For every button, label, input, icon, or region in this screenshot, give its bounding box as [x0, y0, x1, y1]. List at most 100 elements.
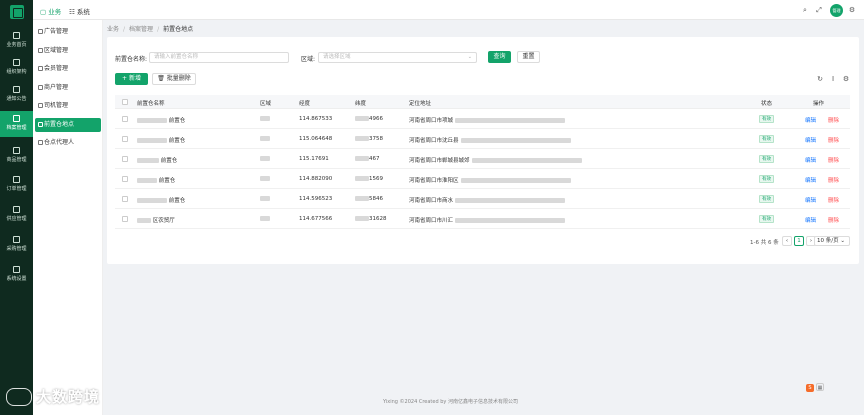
edit-link[interactable]: 编辑: [805, 176, 816, 184]
rail-item[interactable]: 供应管理: [0, 202, 33, 228]
supply-icon: [13, 206, 20, 213]
app-logo: [9, 5, 24, 19]
refresh-icon[interactable]: ↻: [816, 75, 824, 83]
row-checkbox[interactable]: [122, 156, 128, 162]
row-checkbox[interactable]: [122, 116, 128, 122]
edit-link[interactable]: 编辑: [805, 196, 816, 204]
breadcrumb-current: 前置仓地点: [163, 26, 194, 33]
rail-item[interactable]: 组织架构: [0, 55, 33, 81]
page-size-select[interactable]: 10 条/页 ⌄: [814, 236, 850, 246]
menu-item-icon: [38, 47, 43, 53]
top-bar: ▢ 业务 ☷ 系统 ⌕ ⤢ 管理 ⚙: [33, 0, 864, 20]
submenu-item[interactable]: 区域管理: [35, 44, 101, 58]
pagination-summary: 1-6 共 6 条: [750, 240, 779, 246]
column-settings-icon[interactable]: ⚙: [842, 75, 850, 83]
submenu: 广告管理区域管理会员管理商户管理司机管理前置仓地点仓点代理人: [33, 20, 103, 415]
menu-item-icon: [38, 29, 43, 34]
cell-address: 河南省周口市商水: [409, 196, 566, 204]
submenu-item[interactable]: 商户管理: [35, 81, 101, 95]
status-badge: 有效: [759, 155, 774, 163]
cell-name: 前置仓: [137, 156, 177, 164]
fullscreen-icon[interactable]: ⤢: [815, 6, 823, 14]
floating-tools: S ▦: [806, 383, 826, 392]
table-row: 前置仓 115.064648 3758 河南省周口市沈丘县 有效 编辑 删除: [115, 129, 850, 149]
rail-item[interactable]: 商品管理: [0, 143, 33, 169]
submenu-item[interactable]: 前置仓地点: [35, 117, 101, 132]
app-rail: 业务首页 组织架构 通知公告档案管理商品管理订单管理供应管理采购管理系统设置: [0, 0, 33, 415]
main-card: 前置仓名称: 请输入前置仓名称 区域: 请选择区域 ⌄ 查询 重置 + 新增 🗑 …: [107, 37, 859, 264]
cell-name: 前置仓: [137, 196, 185, 204]
cell-address: 河南省周口市沈丘县: [409, 136, 571, 144]
grid-icon[interactable]: ▦: [816, 383, 824, 391]
search-button[interactable]: 查询: [488, 51, 511, 63]
org-icon: [13, 59, 20, 66]
cell-lat: 5846: [355, 196, 383, 202]
batch-delete-button[interactable]: 🗑 批量删除: [152, 73, 196, 85]
select-all-checkbox[interactable]: [122, 99, 128, 105]
table-row: 前置仓 114.882090 1569 河南省周口市淮阳区 有效 编辑 删除: [115, 169, 850, 189]
chat-icon[interactable]: S: [806, 384, 814, 392]
column-height-icon[interactable]: Ⅰ: [829, 75, 837, 83]
status-badge: 有效: [759, 195, 774, 203]
cell-name: 前置仓: [137, 176, 175, 184]
menu-item-icon: [38, 140, 43, 145]
th-lat: 纬度: [355, 101, 367, 107]
delete-link[interactable]: 删除: [828, 156, 839, 164]
cell-address: 河南省周口市淮阳区: [409, 176, 571, 184]
cell-lat: 31628: [355, 216, 387, 222]
add-button[interactable]: + 新增: [115, 73, 148, 85]
breadcrumb-item[interactable]: 档案管理: [129, 26, 153, 33]
submenu-item[interactable]: 仓点代理人: [35, 136, 101, 150]
bell-icon: [13, 86, 20, 93]
search-icon[interactable]: ⌕: [801, 6, 809, 14]
cell-area: [260, 136, 270, 142]
cell-address: 河南省周口市郸城县城郊: [409, 156, 582, 164]
rail-item[interactable]: 业务首页: [0, 28, 33, 54]
submenu-item[interactable]: 会员管理: [35, 62, 101, 76]
delete-link[interactable]: 删除: [828, 116, 839, 124]
cell-lat: 3758: [355, 136, 383, 142]
submenu-item[interactable]: 广告管理: [35, 25, 101, 39]
area-select[interactable]: 请选择区域 ⌄: [318, 52, 477, 63]
page-button[interactable]: 1: [794, 236, 804, 246]
status-badge: 有效: [759, 215, 774, 223]
name-filter-label: 前置仓名称:: [115, 56, 148, 63]
table-row: 区农贸厅 114.677566 31628 河南省周口市川汇 有效 编辑 删除: [115, 209, 850, 229]
row-checkbox[interactable]: [122, 136, 128, 142]
th-lng: 经度: [299, 101, 311, 107]
row-checkbox[interactable]: [122, 216, 128, 222]
th-name: 前置仓名称: [137, 101, 165, 107]
topnav-business[interactable]: ▢ 业务: [40, 6, 61, 16]
rail-item[interactable]: 档案管理: [0, 111, 33, 137]
reset-button[interactable]: 重置: [517, 51, 540, 63]
delete-link[interactable]: 删除: [828, 216, 839, 224]
cell-area: [260, 216, 270, 222]
settings-icon[interactable]: ⚙: [848, 6, 856, 14]
edit-link[interactable]: 编辑: [805, 216, 816, 224]
cell-name: 前置仓: [137, 116, 185, 124]
edit-link[interactable]: 编辑: [805, 116, 816, 124]
avatar[interactable]: 管理: [830, 4, 843, 17]
th-actions: 操作: [813, 101, 825, 107]
breadcrumb-item[interactable]: 业务: [107, 26, 119, 33]
topnav-system[interactable]: ☷ 系统: [69, 6, 90, 16]
delete-link[interactable]: 删除: [828, 196, 839, 204]
edit-link[interactable]: 编辑: [805, 136, 816, 144]
rail-item[interactable]: 通知公告: [0, 82, 33, 108]
rail-item[interactable]: 系统设置: [0, 262, 33, 288]
cell-area: [260, 176, 270, 182]
row-checkbox[interactable]: [122, 196, 128, 202]
area-filter-label: 区域:: [301, 56, 316, 63]
menu-item-icon: [38, 66, 43, 71]
th-status: 状态: [761, 101, 773, 107]
cell-area: [260, 196, 270, 202]
delete-link[interactable]: 删除: [828, 136, 839, 144]
submenu-item[interactable]: 司机管理: [35, 99, 101, 113]
row-checkbox[interactable]: [122, 176, 128, 182]
name-filter-input[interactable]: 请输入前置仓名称: [149, 52, 289, 63]
rail-item[interactable]: 订单管理: [0, 172, 33, 198]
prev-page-button[interactable]: ‹: [782, 236, 792, 246]
delete-link[interactable]: 删除: [828, 176, 839, 184]
rail-item[interactable]: 采购管理: [0, 232, 33, 258]
edit-link[interactable]: 编辑: [805, 156, 816, 164]
